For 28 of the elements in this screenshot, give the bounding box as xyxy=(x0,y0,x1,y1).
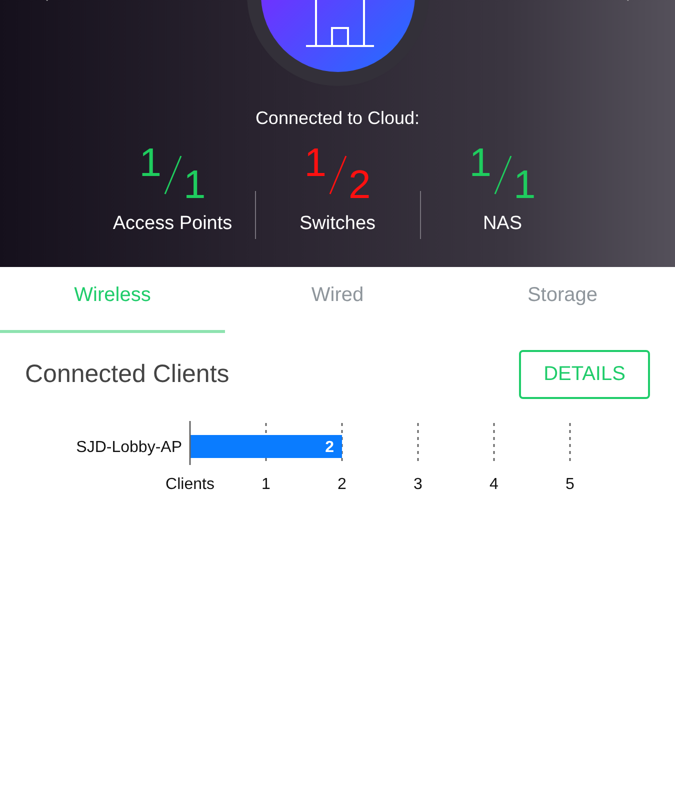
tick-label: 2 xyxy=(338,476,346,493)
tick-label: 5 xyxy=(566,476,574,493)
grid-line xyxy=(417,423,419,463)
online-count: 1 xyxy=(304,143,326,183)
tick-label: 3 xyxy=(414,476,422,493)
grid-line xyxy=(341,423,343,463)
stat-label: Switches xyxy=(299,213,376,235)
total-count: 2 xyxy=(348,165,371,205)
stat-label: NAS xyxy=(482,213,522,235)
stat-label: Access Points xyxy=(112,213,232,235)
online-count: 1 xyxy=(469,143,492,183)
online-count: 1 xyxy=(139,143,162,183)
details-button[interactable]: DETAILS xyxy=(519,350,650,399)
tick-label: 4 xyxy=(490,476,498,493)
slash-icon xyxy=(494,155,512,195)
grid-line xyxy=(493,423,495,463)
axis-line xyxy=(189,421,191,465)
grid-line xyxy=(569,423,571,463)
total-count: 1 xyxy=(184,165,206,205)
value-label: 2 xyxy=(325,439,334,456)
tick-label: 1 xyxy=(262,476,270,493)
section-title: Connected Clients xyxy=(25,360,230,389)
slash-icon xyxy=(328,155,346,195)
category-label: SJD-Lobby-AP xyxy=(76,439,182,456)
slash-icon xyxy=(164,155,182,195)
total-count: 1 xyxy=(514,165,536,205)
axis-label: Clients xyxy=(166,476,214,493)
cloud-caption: Connected to Cloud: xyxy=(255,108,420,129)
